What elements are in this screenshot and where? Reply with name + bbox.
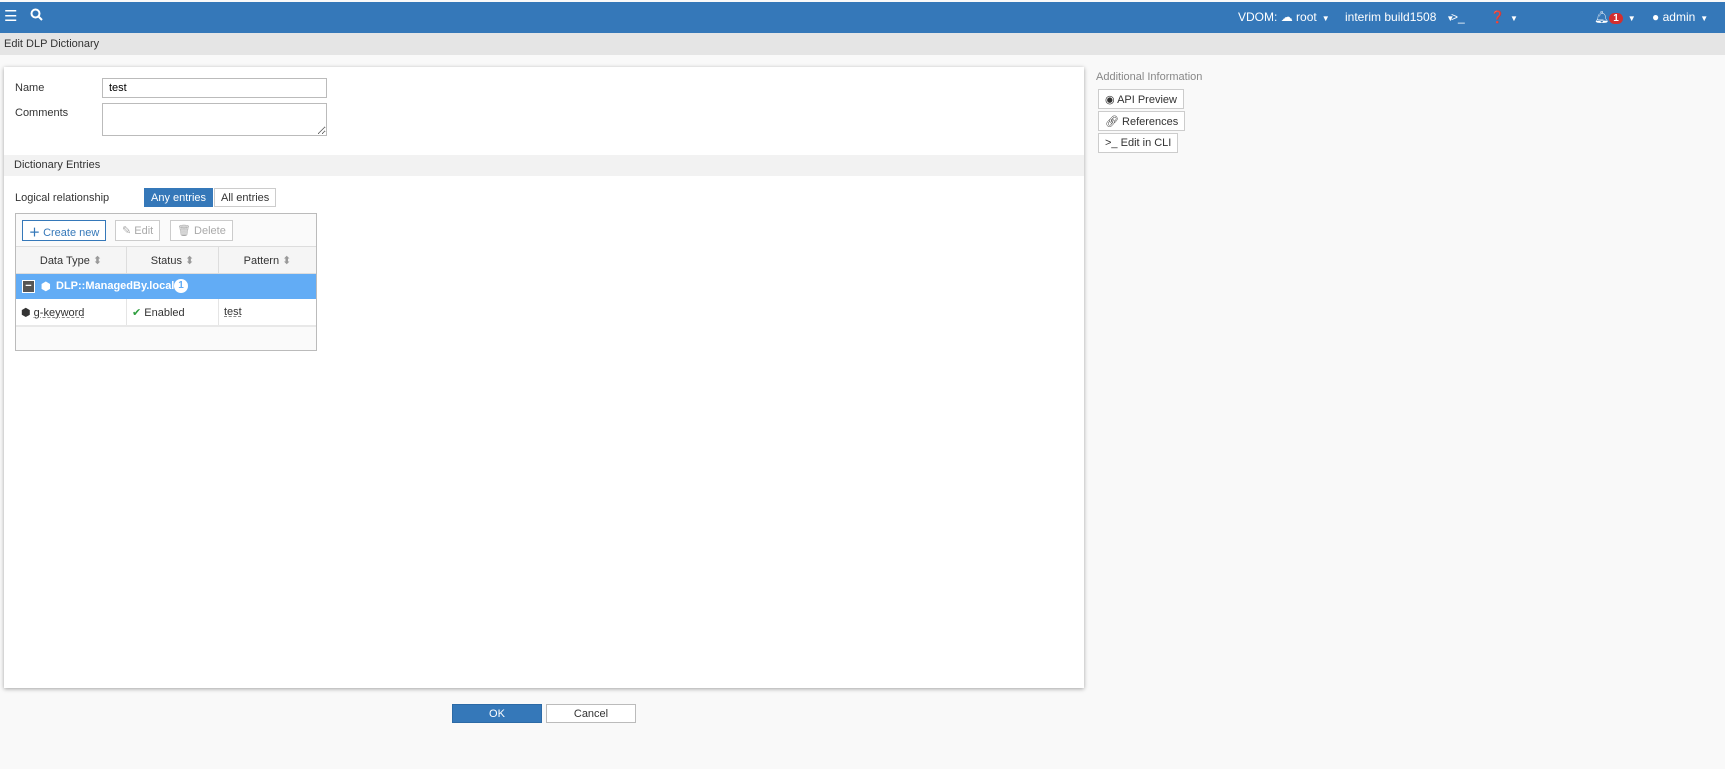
search-icon[interactable] <box>30 8 43 24</box>
edit-in-cli-label: Edit in CLI <box>1120 137 1172 149</box>
cancel-button[interactable]: Cancel <box>546 704 636 723</box>
link-icon: 🔗︎ <box>1105 116 1119 128</box>
pencil-icon: ✎ <box>122 225 132 237</box>
group-name: DLP::ManagedBy.local <box>56 280 175 292</box>
delete-label: Delete <box>194 225 226 237</box>
column-data-type[interactable]: Data Type ⬍ <box>16 247 127 274</box>
comments-label: Comments <box>15 107 69 119</box>
dictionary-entries-header: Dictionary Entries <box>4 155 1084 176</box>
vdom-label: VDOM: <box>1238 10 1278 24</box>
references-label: References <box>1122 116 1179 128</box>
build-selector[interactable]: interim build1508 ▼ <box>1345 10 1454 24</box>
vdom-selector[interactable]: VDOM: ☁ root ▼ <box>1238 10 1330 24</box>
entries-table: ＋ Create new ✎ Edit 🗑︎ Delete Data Type … <box>15 213 317 351</box>
sort-icon: ⬍ <box>92 255 103 267</box>
notification-badge: 1 <box>1609 13 1623 24</box>
column-label: Data Type <box>39 255 90 267</box>
user-menu[interactable]: ● admin ▼ <box>1652 10 1708 24</box>
notifications-button[interactable]: 🔔︎ 1 ▼ <box>1594 10 1636 24</box>
status-value: Enabled <box>144 307 185 319</box>
plus-icon: ＋ <box>29 227 40 239</box>
cli-console-icon[interactable]: >_ <box>1451 10 1465 24</box>
column-pattern[interactable]: Pattern ⬍ <box>219 247 316 274</box>
cube-icon: ⬢ <box>21 307 31 319</box>
vdom-value: root <box>1296 10 1317 24</box>
api-preview-label: API Preview <box>1117 94 1177 106</box>
create-new-button[interactable]: ＋ Create new <box>22 220 107 241</box>
user-icon: ● <box>1652 10 1660 24</box>
help-icon[interactable]: ❓ ▼ <box>1490 10 1518 24</box>
collapse-icon[interactable]: − <box>22 280 35 293</box>
terminal-icon: >_ <box>1105 137 1118 149</box>
data-type-value: g-keyword <box>33 307 85 319</box>
eye-icon: ◉ <box>1105 94 1115 106</box>
any-entries-option[interactable]: Any entries <box>144 188 214 207</box>
user-name: admin <box>1662 10 1696 24</box>
top-navigation-bar: ☰ VDOM: ☁ root ▼ interim build1508 ▼ >_ ❓ ▼… <box>0 2 1725 33</box>
build-label: interim build1508 <box>1345 10 1437 24</box>
create-new-label: Create new <box>43 227 100 239</box>
column-status[interactable]: Status ⬍ <box>127 247 219 274</box>
column-label: Pattern <box>243 255 280 267</box>
sort-icon: ⬍ <box>185 255 195 267</box>
table-header: Data Type ⬍ Status ⬍ Pattern ⬍ <box>16 246 316 274</box>
sort-icon: ⬍ <box>282 255 292 267</box>
delete-button[interactable]: 🗑︎ Delete <box>170 220 233 241</box>
edit-in-cli-button[interactable]: >_ Edit in CLI <box>1098 133 1179 153</box>
check-circle-icon: ✔ <box>132 307 142 319</box>
menu-icon[interactable]: ☰ <box>4 7 17 25</box>
trash-icon: 🗑︎ <box>177 225 191 237</box>
references-button[interactable]: 🔗︎ References <box>1098 111 1186 131</box>
cell-data-type: ⬢ g-keyword <box>16 299 127 325</box>
comments-textarea[interactable] <box>102 103 327 136</box>
ok-button[interactable]: OK <box>452 704 542 723</box>
cell-pattern: test <box>219 299 316 325</box>
name-label: Name <box>15 82 45 94</box>
all-entries-option[interactable]: All entries <box>214 188 277 207</box>
edit-panel: Name Comments Dictionary Entries Logical… <box>4 67 1084 688</box>
table-row[interactable]: ⬢ g-keyword ✔ Enabled test <box>16 299 316 327</box>
group-row[interactable]: − ⬢ DLP::ManagedBy.local 1 <box>16 274 316 299</box>
edit-label: Edit <box>134 225 154 237</box>
api-preview-button[interactable]: ◉ API Preview <box>1098 89 1184 109</box>
pattern-value: test <box>224 306 242 318</box>
vdom-icon: ☁ <box>1280 10 1293 24</box>
group-count-badge: 1 <box>174 279 188 293</box>
edit-button[interactable]: ✎ Edit <box>115 220 161 241</box>
logical-relationship-label: Logical relationship <box>15 192 110 204</box>
cube-icon: ⬢ <box>41 281 51 293</box>
additional-info-title: Additional Information <box>1096 71 1203 83</box>
column-label: Status <box>150 255 182 267</box>
bell-icon: 🔔︎ <box>1594 10 1610 24</box>
cell-status: ✔ Enabled <box>127 299 219 325</box>
name-input[interactable] <box>102 78 327 98</box>
page-title: Edit DLP Dictionary <box>0 33 1725 55</box>
